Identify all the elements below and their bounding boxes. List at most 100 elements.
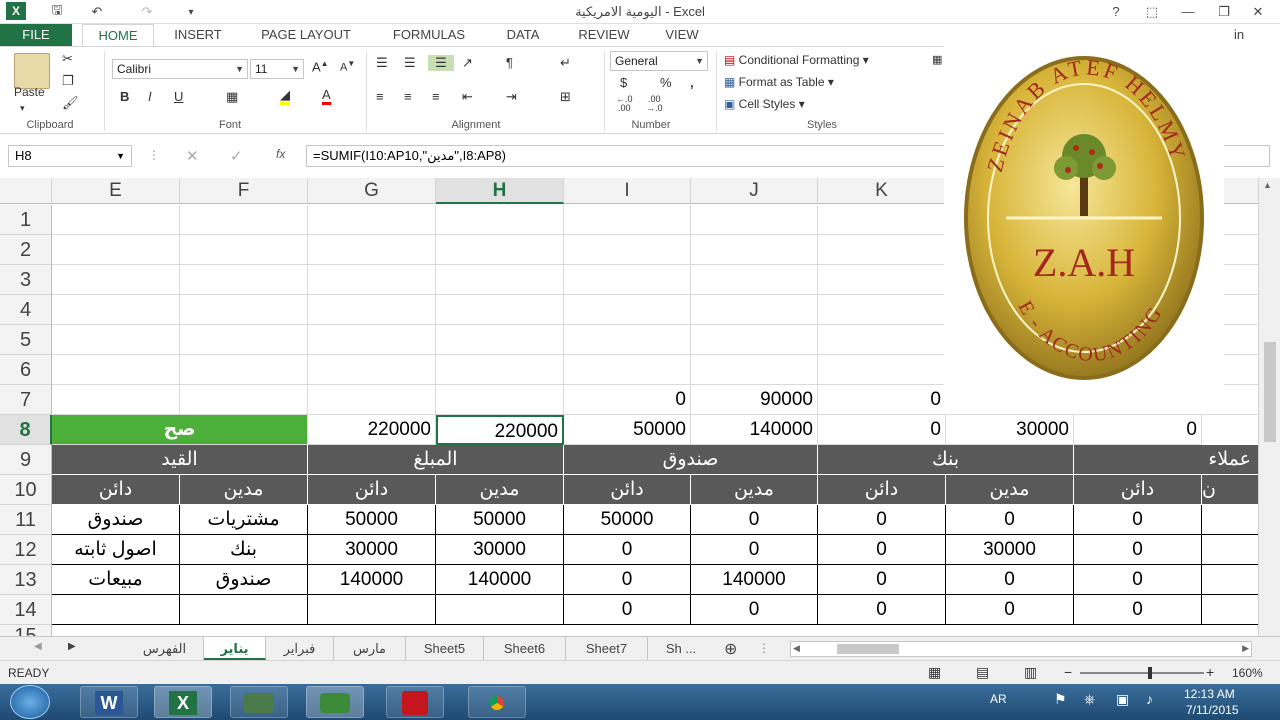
row-header[interactable]: 13 bbox=[0, 565, 52, 595]
row-header[interactable]: 12 bbox=[0, 535, 52, 565]
header-amount[interactable]: المبلغ bbox=[308, 445, 564, 475]
cut-icon[interactable]: ✂ bbox=[62, 51, 73, 67]
italic-button[interactable]: I bbox=[148, 89, 152, 104]
subheader-credit[interactable]: دائن bbox=[564, 475, 691, 505]
cell-k12[interactable]: 0 bbox=[818, 535, 946, 565]
sheet-tab[interactable]: Sheet5 bbox=[406, 637, 484, 660]
empty-cell[interactable] bbox=[436, 295, 564, 325]
empty-cell[interactable] bbox=[308, 235, 436, 265]
empty-cell[interactable] bbox=[564, 325, 691, 355]
empty-cell[interactable] bbox=[52, 205, 180, 235]
normal-view-icon[interactable]: ▦ bbox=[928, 664, 941, 681]
tab-home[interactable]: HOME bbox=[82, 24, 154, 46]
empty-cell[interactable] bbox=[52, 355, 180, 385]
decrease-decimal-icon[interactable]: .00 →.0 bbox=[646, 95, 663, 113]
cell-g11[interactable]: 50000 bbox=[308, 505, 436, 535]
cell-e13[interactable]: مبيعات bbox=[52, 565, 180, 595]
align-bottom-icon[interactable]: ☰ bbox=[428, 55, 454, 71]
tab-view[interactable]: VIEW bbox=[656, 24, 708, 46]
sheet-tab[interactable]: Sheet6 bbox=[484, 637, 566, 660]
cell-k7[interactable]: 0 bbox=[818, 385, 946, 415]
empty-cell[interactable] bbox=[436, 265, 564, 295]
zoom-out-icon[interactable]: − bbox=[1064, 664, 1072, 680]
new-sheet-icon[interactable]: ⊕ bbox=[724, 639, 737, 659]
cell-m14[interactable]: 0 bbox=[1074, 595, 1202, 625]
sheet-tab[interactable]: Sheet7 bbox=[566, 637, 648, 660]
empty-cell[interactable] bbox=[436, 205, 564, 235]
subheader-debit[interactable]: مدين bbox=[436, 475, 564, 505]
format-painter-icon[interactable]: 🖌 bbox=[62, 95, 79, 111]
column-header-f[interactable]: F bbox=[180, 178, 308, 204]
cell-j11[interactable]: 0 bbox=[691, 505, 818, 535]
enter-icon[interactable]: ✓ bbox=[230, 147, 243, 165]
empty-cell[interactable] bbox=[52, 265, 180, 295]
decrease-indent-icon[interactable]: ⇤ bbox=[462, 89, 473, 105]
empty-cell[interactable] bbox=[564, 235, 691, 265]
app-taskbar-button[interactable] bbox=[306, 686, 364, 718]
zoom-in-icon[interactable]: + bbox=[1206, 664, 1214, 680]
clock-time[interactable]: 12:13 AM bbox=[1184, 687, 1235, 701]
empty-cell[interactable] bbox=[818, 205, 946, 235]
conditional-formatting-button[interactable]: ▤ Conditional Formatting ▾ bbox=[724, 53, 869, 67]
empty-cell[interactable] bbox=[436, 325, 564, 355]
cell-m11[interactable]: 0 bbox=[1074, 505, 1202, 535]
tab-page-layout[interactable]: PAGE LAYOUT bbox=[250, 24, 362, 46]
cell-ef8-check[interactable]: صح bbox=[52, 415, 308, 445]
empty-cell[interactable] bbox=[308, 295, 436, 325]
wrap-text-icon[interactable]: ↵ bbox=[560, 55, 571, 71]
paste-button[interactable]: Paste bbox=[14, 85, 45, 99]
cell-f11[interactable]: مشتريات bbox=[180, 505, 308, 535]
word-taskbar-button[interactable]: W bbox=[80, 686, 138, 718]
cell-g12[interactable]: 30000 bbox=[308, 535, 436, 565]
network-icon[interactable]: ▣ bbox=[1116, 691, 1129, 708]
row-header[interactable]: 11 bbox=[0, 505, 52, 535]
insert-function-button[interactable]: fx bbox=[276, 147, 285, 161]
cell-k14[interactable]: 0 bbox=[818, 595, 946, 625]
header-customers[interactable]: عملاء bbox=[1074, 445, 1262, 475]
cell-g14[interactable] bbox=[308, 595, 436, 625]
cell-l8[interactable]: 30000 bbox=[946, 415, 1074, 445]
column-header-h[interactable]: H bbox=[436, 178, 564, 204]
fill-color-icon[interactable]: ◢ bbox=[280, 87, 290, 105]
empty-cell[interactable] bbox=[436, 355, 564, 385]
format-as-table-button[interactable]: ▦ Format as Table ▾ bbox=[724, 75, 834, 89]
empty-cell[interactable] bbox=[564, 295, 691, 325]
sign-in-link[interactable]: in bbox=[1226, 24, 1252, 46]
empty-cell[interactable] bbox=[564, 205, 691, 235]
empty-cell[interactable] bbox=[691, 205, 818, 235]
number-format-combo[interactable]: General ▼ bbox=[610, 51, 708, 71]
empty-cell[interactable] bbox=[180, 325, 308, 355]
column-header-j[interactable]: J bbox=[691, 178, 818, 204]
cell-k13[interactable]: 0 bbox=[818, 565, 946, 595]
column-header-e[interactable]: E bbox=[52, 178, 180, 204]
row-header[interactable]: 15 bbox=[0, 625, 52, 636]
flag-icon[interactable]: ⚑ bbox=[1054, 691, 1067, 708]
cell-g13[interactable]: 140000 bbox=[308, 565, 436, 595]
cell-styles-button[interactable]: ▣ Cell Styles ▾ bbox=[724, 97, 805, 111]
cell-f14[interactable] bbox=[180, 595, 308, 625]
tab-formulas[interactable]: FORMULAS bbox=[382, 24, 476, 46]
subheader-debit[interactable]: ن bbox=[1202, 475, 1262, 505]
align-top-icon[interactable]: ☰ bbox=[376, 55, 388, 71]
header-bank[interactable]: بنك bbox=[818, 445, 1074, 475]
cell-m13[interactable]: 0 bbox=[1074, 565, 1202, 595]
subheader-credit[interactable]: دائن bbox=[818, 475, 946, 505]
row-header[interactable]: 4 bbox=[0, 295, 52, 325]
subheader-credit[interactable]: دائن bbox=[308, 475, 436, 505]
font-name-combo[interactable]: Calibri ▼ bbox=[112, 59, 248, 79]
row-header[interactable]: 2 bbox=[0, 235, 52, 265]
vertical-scrollbar[interactable]: ▲ bbox=[1258, 178, 1280, 636]
zoom-slider-thumb[interactable] bbox=[1148, 667, 1152, 679]
tab-file[interactable]: FILE bbox=[0, 24, 72, 46]
cell-l12[interactable]: 30000 bbox=[946, 535, 1074, 565]
scroll-right-icon[interactable]: ▶ bbox=[68, 641, 76, 652]
column-header-g[interactable]: G bbox=[308, 178, 436, 204]
scroll-left-icon[interactable]: ◀ bbox=[793, 643, 800, 654]
cell-m8[interactable]: 0 bbox=[1074, 415, 1202, 445]
copy-icon[interactable]: ❐ bbox=[62, 73, 74, 89]
tab-insert[interactable]: INSERT bbox=[166, 24, 230, 46]
row-header[interactable]: 14 bbox=[0, 595, 52, 625]
cell-e11[interactable]: صندوق bbox=[52, 505, 180, 535]
cell-e12[interactable]: اصول ثابته bbox=[52, 535, 180, 565]
increase-font-icon[interactable]: A▲ bbox=[312, 59, 329, 74]
